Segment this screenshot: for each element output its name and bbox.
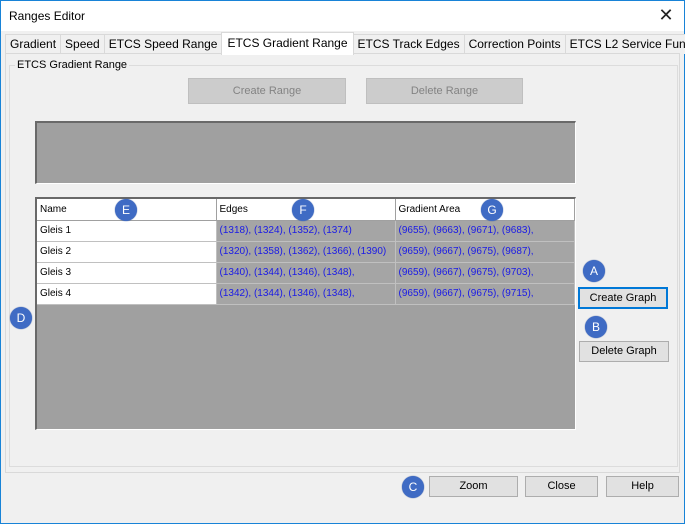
group-label: ETCS Gradient Range — [15, 59, 130, 71]
delete-graph-button[interactable]: Delete Graph — [579, 341, 669, 362]
tab-etcs-track-edges[interactable]: ETCS Track Edges — [352, 34, 465, 54]
annotation-marker-g: G — [481, 199, 503, 221]
cell-gradient-area[interactable]: (9659), (9667), (9675), (9687), — [395, 241, 575, 263]
cell-edges[interactable]: (1318), (1324), (1352), (1374) — [216, 220, 396, 242]
tab-etcs-gradient-range[interactable]: ETCS Gradient Range — [221, 32, 354, 55]
tab-etcs-l2-service-functions[interactable]: ETCS L2 Service Functions — [564, 34, 685, 54]
tab-etcs-speed-range[interactable]: ETCS Speed Range — [103, 34, 223, 54]
cell-edges[interactable]: (1340), (1344), (1346), (1348), — [216, 262, 396, 284]
tab-gradient[interactable]: Gradient — [5, 34, 62, 54]
annotation-marker-c: C — [402, 476, 424, 498]
cell-name[interactable]: Gleis 3 — [37, 262, 217, 284]
cell-edges[interactable]: (1320), (1358), (1362), (1366), (1390) — [216, 241, 396, 263]
help-button[interactable]: Help — [606, 476, 679, 497]
tab-correction-points[interactable]: Correction Points — [463, 34, 566, 54]
cell-name[interactable]: Gleis 1 — [37, 220, 217, 242]
cell-edges[interactable]: (1342), (1344), (1346), (1348), — [216, 283, 396, 305]
graph-panel[interactable] — [35, 121, 576, 184]
cell-gradient-area[interactable]: (9655), (9663), (9671), (9683), — [395, 220, 575, 242]
cell-gradient-area[interactable]: (9659), (9667), (9675), (9703), — [395, 262, 575, 284]
cell-gradient-area[interactable]: (9659), (9667), (9675), (9715), — [395, 283, 575, 305]
title-bar: Ranges Editor ✕ — [1, 1, 684, 31]
table-row[interactable]: Gleis 3 (1340), (1344), (1346), (1348), … — [37, 262, 575, 284]
cell-name[interactable]: Gleis 4 — [37, 283, 217, 305]
cell-name[interactable]: Gleis 2 — [37, 241, 217, 263]
annotation-marker-a: A — [583, 260, 605, 282]
annotation-marker-f: F — [292, 199, 314, 221]
close-window-icon[interactable]: ✕ — [656, 5, 676, 25]
table-row[interactable]: Gleis 1 (1318), (1324), (1352), (1374) (… — [37, 220, 575, 242]
create-graph-button[interactable]: Create Graph — [578, 287, 668, 309]
tab-strip: Gradient Speed ETCS Speed Range ETCS Gra… — [5, 32, 685, 55]
ranges-editor-window: Ranges Editor ✕ Gradient Speed ETCS Spee… — [0, 0, 685, 524]
tab-speed[interactable]: Speed — [60, 34, 105, 54]
ranges-table[interactable]: Name Edges Gradient Area Gleis 1 (1318),… — [35, 197, 576, 430]
window-title: Ranges Editor — [9, 9, 86, 23]
close-button[interactable]: Close — [525, 476, 598, 497]
annotation-marker-d: D — [10, 307, 32, 329]
annotation-marker-e: E — [115, 199, 137, 221]
annotation-marker-b: B — [585, 316, 607, 338]
delete-range-button[interactable]: Delete Range — [366, 78, 523, 104]
table-row[interactable]: Gleis 4 (1342), (1344), (1346), (1348), … — [37, 283, 575, 305]
create-range-button[interactable]: Create Range — [188, 78, 346, 104]
zoom-button[interactable]: Zoom — [429, 476, 518, 497]
table-row[interactable]: Gleis 2 (1320), (1358), (1362), (1366), … — [37, 241, 575, 263]
